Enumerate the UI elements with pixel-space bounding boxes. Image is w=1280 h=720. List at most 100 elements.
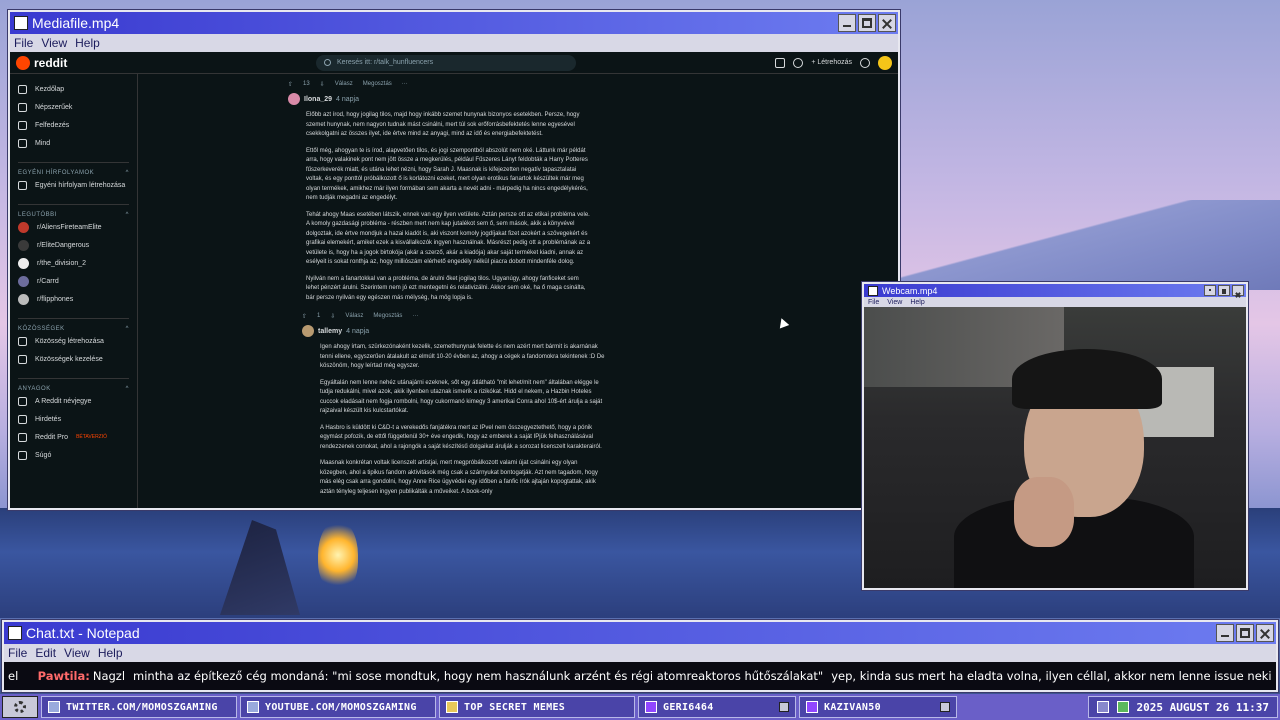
comment-header: Ilona_29 4 napja: [288, 90, 898, 108]
menu-view[interactable]: View: [64, 646, 90, 660]
heart-icon: [645, 701, 657, 713]
minimize-button[interactable]: [1216, 624, 1234, 642]
chat-title: Chat.txt - Notepad: [26, 625, 140, 641]
comment-author[interactable]: tallemy: [318, 328, 342, 335]
task-youtube[interactable]: YOUTUBE.COM/MOMOSZGAMING: [240, 696, 436, 718]
reply-button[interactable]: Válasz: [335, 81, 353, 87]
sidebar-item-about[interactable]: A Reddit névjegye: [18, 392, 129, 410]
folder-icon: [446, 701, 458, 713]
menu-view[interactable]: View: [41, 36, 67, 50]
task-kazivan[interactable]: KAZIVAN50: [799, 696, 957, 718]
chat-icon[interactable]: [793, 57, 804, 68]
close-button[interactable]: [878, 14, 896, 32]
minimize-button[interactable]: [1204, 285, 1216, 296]
sidebar-item-label: Népszerűek: [35, 103, 73, 111]
task-memes[interactable]: TOP SECRET MEMES: [439, 696, 635, 718]
avatar[interactable]: [878, 55, 892, 70]
minimize-button[interactable]: [838, 14, 856, 32]
sidebar-section-custom-feeds[interactable]: EGYÉNI HÍRFOLYAMOK ^: [18, 162, 129, 176]
search-input[interactable]: Keresés itt: r/talk_hunfluencers: [316, 54, 576, 71]
media-window[interactable]: Mediafile.mp4 File View Help reddit Kere…: [8, 10, 900, 510]
dropdown-icon[interactable]: [940, 702, 950, 712]
user-avatar[interactable]: [288, 93, 300, 105]
webcam-window[interactable]: Webcam.mp4 File View Help: [862, 282, 1248, 590]
sidebar-item-recent-4[interactable]: r/Carrd: [18, 272, 129, 290]
reddit-logo[interactable]: reddit: [16, 55, 316, 70]
menu-view[interactable]: View: [887, 299, 902, 306]
maximize-button[interactable]: [858, 14, 876, 32]
sidebar-item-recent-3[interactable]: r/the_division_2: [18, 254, 129, 272]
taskbar: TWITTER.COM/MOMOSZGAMING YOUTUBE.COM/MOM…: [0, 694, 1280, 720]
comment-author[interactable]: Ilona_29: [304, 96, 332, 103]
downvote-icon[interactable]: ⇩: [320, 81, 325, 88]
search-icon: [324, 59, 331, 66]
start-button[interactable]: [2, 696, 38, 718]
sidebar-item-label: A Reddit névjegye: [35, 397, 92, 405]
reply-button[interactable]: Válasz: [345, 313, 363, 319]
close-button[interactable]: [1256, 624, 1274, 642]
close-button[interactable]: [1232, 285, 1244, 296]
task-geri[interactable]: GERI6464: [638, 696, 796, 718]
menu-help[interactable]: Help: [910, 299, 924, 306]
sidebar-item-label: r/EliteDangerous: [37, 241, 90, 249]
ads-icon[interactable]: [775, 57, 786, 68]
sidebar-item-recent-5[interactable]: r/flipphones: [18, 290, 129, 308]
dropdown-icon[interactable]: [779, 702, 789, 712]
browser-icon: [48, 701, 60, 713]
background-torch: [318, 520, 358, 590]
task-twitter[interactable]: TWITTER.COM/MOMOSZGAMING: [41, 696, 237, 718]
maximize-button[interactable]: [1218, 285, 1230, 296]
upvote-icon[interactable]: ⇧: [302, 313, 307, 320]
sidebar-section-recent[interactable]: LEGUTÓBBI ^: [18, 204, 129, 218]
sidebar-item-pro[interactable]: Reddit Pro BÉTAVERZIÓ: [18, 428, 129, 446]
menu-file[interactable]: File: [868, 299, 879, 306]
sidebar-item-all[interactable]: Mind: [18, 134, 129, 152]
menu-file[interactable]: File: [8, 646, 27, 660]
menu-help[interactable]: Help: [75, 36, 100, 50]
sidebar-item-explore[interactable]: Felfedezés: [18, 116, 129, 134]
sidebar-section-resources[interactable]: ANYAGOK ^: [18, 378, 129, 392]
share-button[interactable]: Megosztás: [363, 81, 392, 87]
chat-window[interactable]: Chat.txt - Notepad File Edit View Help e…: [2, 620, 1278, 692]
sidebar-item-ads[interactable]: Hirdetés: [18, 410, 129, 428]
community-icon: [18, 239, 29, 251]
maximize-button[interactable]: [1236, 624, 1254, 642]
webcam-titlebar[interactable]: Webcam.mp4: [864, 284, 1246, 297]
share-button[interactable]: Megosztás: [373, 313, 402, 319]
menu-help[interactable]: Help: [98, 646, 123, 660]
section-title: LEGUTÓBBI: [18, 211, 57, 218]
sidebar-item-popular[interactable]: Népszerűek: [18, 98, 129, 116]
sidebar-item-label: r/flipphones: [37, 295, 74, 303]
chat-titlebar[interactable]: Chat.txt - Notepad: [4, 622, 1276, 644]
sidebar-item-label: Közösség létrehozása: [35, 337, 104, 345]
community-icon: [18, 221, 29, 233]
sidebar-item-recent-2[interactable]: r/EliteDangerous: [18, 236, 129, 254]
gear-icon: [18, 354, 27, 364]
sidebar-item-create-community[interactable]: Közösség létrehozása: [18, 332, 129, 350]
bell-icon[interactable]: [860, 57, 870, 68]
menu-edit[interactable]: Edit: [35, 646, 56, 660]
monitor-icon[interactable]: [1096, 701, 1109, 713]
sidebar-item-home[interactable]: Kezdőlap: [18, 80, 129, 98]
chevron-up-icon: ^: [125, 325, 129, 332]
globe-icon[interactable]: [1116, 701, 1129, 713]
media-titlebar[interactable]: Mediafile.mp4: [10, 12, 898, 34]
chat-message: mintha az építkező cég mondaná: "mi sose…: [133, 669, 824, 683]
section-title: KÖZÖSSÉGEK: [18, 325, 65, 332]
downvote-icon[interactable]: ⇩: [330, 313, 335, 320]
vote-count: 1: [317, 313, 321, 319]
sidebar-item-recent-1[interactable]: r/AliensFireteamElite: [18, 218, 129, 236]
create-button[interactable]: + Létrehozás: [811, 59, 852, 66]
sidebar-item-manage-communities[interactable]: Közösségek kezelése: [18, 350, 129, 368]
more-icon[interactable]: ···: [412, 313, 418, 319]
sidebar-item-create-feed[interactable]: Egyéni hírfolyam létrehozása: [18, 176, 129, 194]
menu-file[interactable]: File: [14, 36, 33, 50]
upvote-icon[interactable]: ⇧: [288, 81, 293, 88]
sidebar-section-communities[interactable]: KÖZÖSSÉGEK ^: [18, 318, 129, 332]
chat-ticker: el Pawtila: Nagzl mintha az építkező cég…: [4, 662, 1276, 690]
more-icon[interactable]: ···: [402, 81, 408, 87]
user-avatar[interactable]: [302, 325, 314, 337]
chat-message: Nagzl: [92, 669, 126, 683]
sidebar-item-help[interactable]: Súgó: [18, 446, 129, 464]
comment-paragraph: Maasnak konkrétan voltak licenszelt arti…: [320, 460, 598, 495]
